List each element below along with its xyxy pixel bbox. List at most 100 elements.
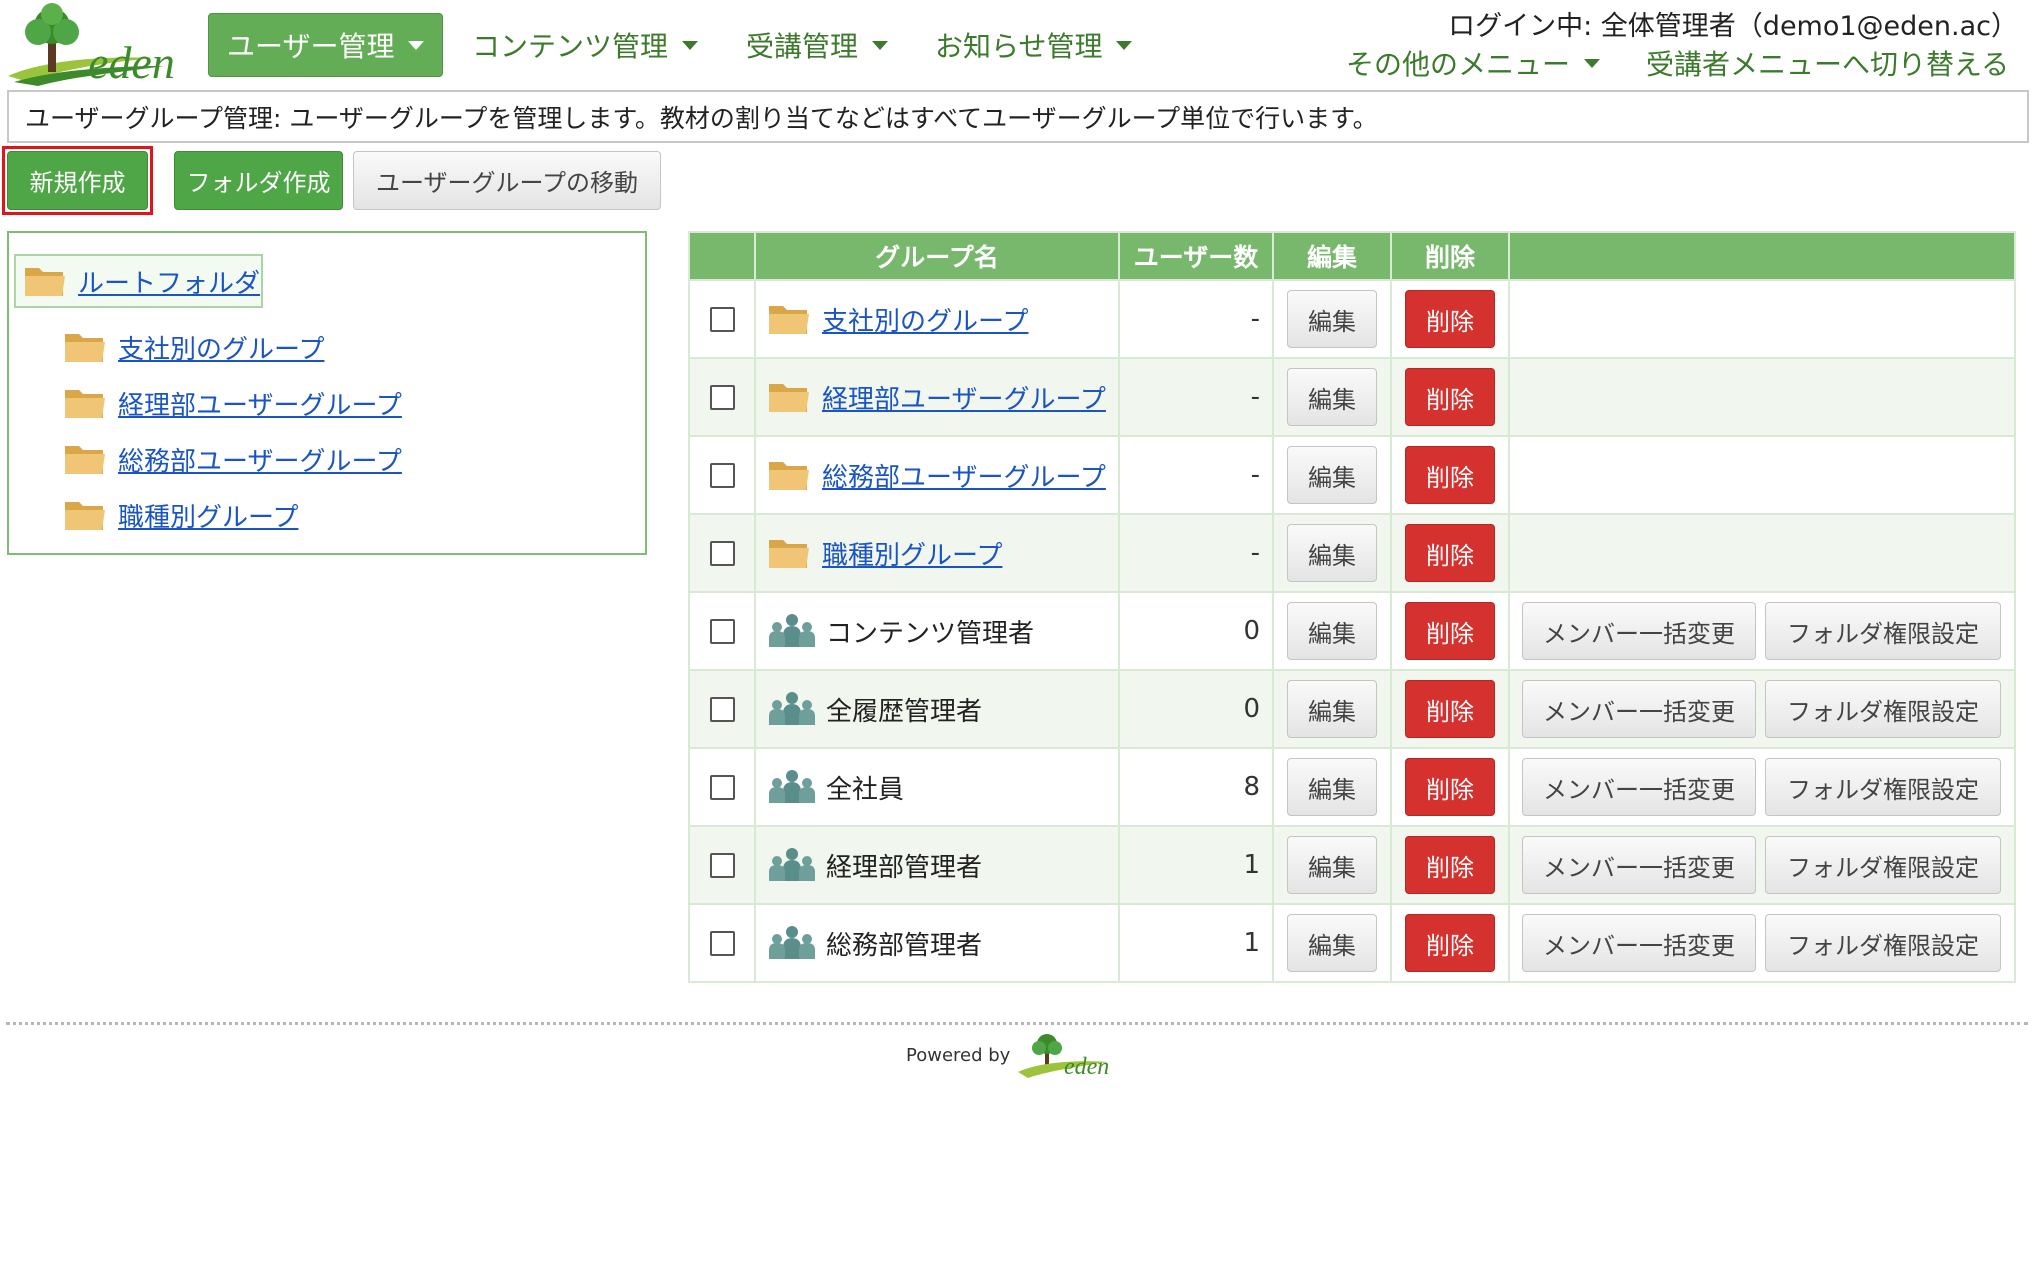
row-checkbox[interactable] bbox=[709, 696, 735, 722]
actions-cell bbox=[1508, 435, 2016, 515]
group-folder-link[interactable]: 支社別のグループ bbox=[822, 301, 1028, 338]
edit-button[interactable]: 編集 bbox=[1287, 680, 1377, 738]
delete-button[interactable]: 削除 bbox=[1405, 680, 1495, 738]
group-folder-link[interactable]: 職種別グループ bbox=[822, 535, 1002, 572]
bulk-member-change-button[interactable]: メンバー一括変更 bbox=[1522, 602, 1756, 660]
tree-item-link[interactable]: 支社別のグループ bbox=[118, 329, 324, 366]
delete-button[interactable]: 削除 bbox=[1405, 602, 1495, 660]
name-cell: 経理部管理者 bbox=[754, 825, 1120, 905]
folder-icon bbox=[769, 462, 809, 490]
tree-item[interactable]: 総務部ユーザーグループ bbox=[64, 437, 402, 481]
delete-button[interactable]: 削除 bbox=[1405, 758, 1495, 816]
folder-permission-button[interactable]: フォルダ権限設定 bbox=[1765, 758, 2001, 816]
eden-logo[interactable]: eden bbox=[4, 2, 190, 86]
delete-button[interactable]: 削除 bbox=[1405, 524, 1495, 582]
edit-button[interactable]: 編集 bbox=[1287, 602, 1377, 660]
select-cell bbox=[688, 357, 756, 437]
group-name-header: グループ名 bbox=[754, 231, 1120, 281]
switch-to-learner-link[interactable]: 受講者メニューへ切り替える bbox=[1646, 43, 2009, 83]
folder-permission-button[interactable]: フォルダ権限設定 bbox=[1765, 602, 2001, 660]
folder-icon bbox=[769, 540, 809, 568]
tree-item[interactable]: 職種別グループ bbox=[64, 493, 298, 537]
user-count: - bbox=[1118, 357, 1274, 437]
select-cell bbox=[688, 669, 756, 749]
name-cell: 職種別グループ bbox=[754, 513, 1120, 593]
new-button[interactable]: 新規作成 bbox=[7, 151, 148, 210]
select-cell bbox=[688, 747, 756, 827]
table-header-row: グループ名 ユーザー数 編集 削除 bbox=[688, 231, 2016, 281]
nav-course-management[interactable]: 受講管理 bbox=[746, 13, 889, 77]
row-checkbox[interactable] bbox=[709, 774, 735, 800]
create-folder-button[interactable]: フォルダ作成 bbox=[174, 151, 343, 210]
tree-item[interactable]: 経理部ユーザーグループ bbox=[64, 381, 402, 425]
footer-eden-logo: eden bbox=[1018, 1034, 1110, 1080]
row-checkbox[interactable] bbox=[709, 462, 735, 488]
edit-button[interactable]: 編集 bbox=[1287, 914, 1377, 972]
actions-header bbox=[1508, 231, 2016, 281]
folder-icon bbox=[769, 306, 809, 334]
edit-cell: 編集 bbox=[1272, 279, 1392, 359]
edit-button[interactable]: 編集 bbox=[1287, 524, 1377, 582]
select-cell bbox=[688, 591, 756, 671]
edit-button[interactable]: 編集 bbox=[1287, 758, 1377, 816]
delete-header: 削除 bbox=[1390, 231, 1510, 281]
delete-button[interactable]: 削除 bbox=[1405, 914, 1495, 972]
folder-permission-button[interactable]: フォルダ権限設定 bbox=[1765, 914, 2001, 972]
tree-root-link[interactable]: ルートフォルダ bbox=[78, 263, 260, 300]
group-folder-link[interactable]: 経理部ユーザーグループ bbox=[822, 379, 1106, 416]
bulk-member-change-button[interactable]: メンバー一括変更 bbox=[1522, 758, 1756, 816]
caret-down-icon bbox=[682, 40, 699, 50]
edit-cell: 編集 bbox=[1272, 357, 1392, 437]
user-group-icon bbox=[769, 926, 815, 959]
actions-cell bbox=[1508, 357, 2016, 437]
other-menu[interactable]: その他のメニュー bbox=[1346, 43, 1601, 83]
actions-cell: メンバー一括変更 フォルダ権限設定 bbox=[1508, 903, 2016, 983]
caret-down-icon bbox=[1116, 40, 1133, 50]
delete-button[interactable]: 削除 bbox=[1405, 368, 1495, 426]
folder-permission-button[interactable]: フォルダ権限設定 bbox=[1765, 836, 2001, 894]
folder-permission-button[interactable]: フォルダ権限設定 bbox=[1765, 680, 2001, 738]
bulk-member-change-button[interactable]: メンバー一括変更 bbox=[1522, 836, 1756, 894]
bulk-member-change-button[interactable]: メンバー一括変更 bbox=[1522, 914, 1756, 972]
delete-button[interactable]: 削除 bbox=[1405, 290, 1495, 348]
row-checkbox[interactable] bbox=[709, 618, 735, 644]
edit-button[interactable]: 編集 bbox=[1287, 836, 1377, 894]
select-cell bbox=[688, 825, 756, 905]
table-row: 支社別のグループ - 編集 削除 bbox=[688, 279, 2016, 359]
row-checkbox[interactable] bbox=[709, 540, 735, 566]
bulk-member-change-button[interactable]: メンバー一括変更 bbox=[1522, 680, 1756, 738]
delete-button[interactable]: 削除 bbox=[1405, 836, 1495, 894]
row-checkbox[interactable] bbox=[709, 852, 735, 878]
name-cell: 総務部管理者 bbox=[754, 903, 1120, 983]
nav-content-management[interactable]: コンテンツ管理 bbox=[472, 13, 699, 77]
table-row: 職種別グループ - 編集 削除 bbox=[688, 513, 2016, 593]
nav-notice-management[interactable]: お知らせ管理 bbox=[935, 13, 1133, 77]
other-menu-label: その他のメニュー bbox=[1346, 48, 1571, 81]
row-checkbox[interactable] bbox=[709, 384, 735, 410]
edit-button[interactable]: 編集 bbox=[1287, 290, 1377, 348]
nav-label: 受講管理 bbox=[746, 30, 859, 63]
name-cell: 全社員 bbox=[754, 747, 1120, 827]
move-group-button[interactable]: ユーザーグループの移動 bbox=[353, 151, 661, 210]
edit-button[interactable]: 編集 bbox=[1287, 368, 1377, 426]
tree-item[interactable]: 支社別のグループ bbox=[64, 325, 324, 369]
row-checkbox[interactable] bbox=[709, 930, 735, 956]
group-folder-link[interactable]: 総務部ユーザーグループ bbox=[822, 457, 1106, 494]
tree-item-link[interactable]: 経理部ユーザーグループ bbox=[118, 385, 402, 422]
delete-cell: 削除 bbox=[1390, 591, 1510, 671]
group-name: 全履歴管理者 bbox=[826, 696, 983, 727]
nav-user-management[interactable]: ユーザー管理 bbox=[208, 13, 444, 77]
name-cell: コンテンツ管理者 bbox=[754, 591, 1120, 671]
delete-button[interactable]: 削除 bbox=[1405, 446, 1495, 504]
edit-button[interactable]: 編集 bbox=[1287, 446, 1377, 504]
folder-icon bbox=[65, 334, 105, 362]
folder-icon bbox=[65, 502, 105, 530]
tree-item-link[interactable]: 総務部ユーザーグループ bbox=[118, 441, 402, 478]
tree-item-link[interactable]: 職種別グループ bbox=[118, 497, 298, 534]
edit-cell: 編集 bbox=[1272, 435, 1392, 515]
nav-label: ユーザー管理 bbox=[227, 30, 395, 63]
folder-icon bbox=[25, 268, 65, 296]
row-checkbox[interactable] bbox=[709, 306, 735, 332]
tree-root-item[interactable]: ルートフォルダ bbox=[14, 254, 263, 308]
table-row: 総務部管理者 1 編集 削除 メンバー一括変更 フォルダ権限設定 bbox=[688, 903, 2016, 983]
